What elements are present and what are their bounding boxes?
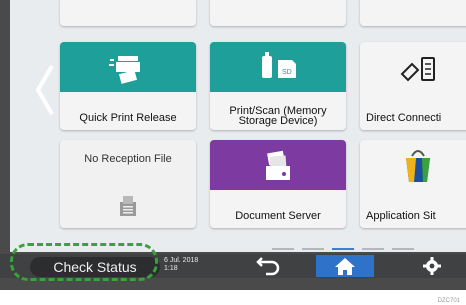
- print-scan-memory-tile[interactable]: SD Print/Scan (Memory Storage Device): [210, 42, 346, 130]
- date-text: 6 Jul. 2018: [164, 257, 199, 264]
- gear-icon: [423, 257, 441, 275]
- direct-connection-tile[interactable]: Direct Connecti: [360, 42, 466, 130]
- system-bar: Check Status 6 Jul. 2018 1:18: [0, 254, 466, 278]
- application-site-tile[interactable]: Application Sit: [360, 140, 466, 228]
- partial-tile-1[interactable]: [60, 0, 196, 26]
- tile-label: Application Sit: [366, 210, 436, 222]
- page-indicator-dash-active: [332, 248, 354, 250]
- usb-sd-icon: SD: [262, 52, 296, 78]
- tile-label: Document Server: [235, 210, 321, 222]
- tile-label: No Reception File: [84, 153, 172, 165]
- page-indicator-dash: [272, 248, 294, 250]
- no-reception-file-tile[interactable]: No Reception File: [60, 140, 196, 228]
- page-indicator-dash: [362, 248, 384, 250]
- home-button[interactable]: [316, 255, 374, 277]
- date-time: 6 Jul. 2018 1:18: [164, 257, 198, 273]
- tile-label: Direct Connecti: [366, 112, 442, 124]
- tile-label: Print/Scan (Memory Storage Device): [214, 106, 342, 127]
- home-screen: Quick Print Release SD Print/Scan (Memor…: [10, 0, 466, 252]
- figure-id: DZC701: [437, 298, 460, 304]
- back-button[interactable]: [236, 255, 296, 277]
- time-text: 1:18: [164, 265, 178, 272]
- quick-print-release-tile[interactable]: Quick Print Release: [60, 42, 196, 130]
- page-indicator-dash: [392, 248, 414, 250]
- settings-button[interactable]: [404, 255, 460, 277]
- operation-panel: Quick Print Release SD Print/Scan (Memor…: [0, 0, 466, 290]
- check-status-button[interactable]: Check Status: [30, 257, 160, 277]
- direct-connection-icon: [400, 57, 435, 82]
- scroll-left-arrow-icon[interactable]: [34, 62, 56, 118]
- document-server-icon: [266, 150, 290, 180]
- application-site-icon: [406, 150, 430, 182]
- print-release-icon: [109, 56, 140, 84]
- partial-tile-2[interactable]: [210, 0, 346, 26]
- back-arrow-icon: [256, 257, 280, 276]
- partial-tile-3[interactable]: [360, 0, 466, 26]
- fax-icon: [120, 196, 136, 216]
- home-icon: [335, 258, 355, 275]
- document-server-tile[interactable]: Document Server: [210, 140, 346, 228]
- page-indicator-dash: [302, 248, 324, 250]
- tile-label: Quick Print Release: [79, 112, 177, 124]
- tile-label-line-2: Storage Device): [238, 115, 318, 127]
- svg-text:SD: SD: [282, 69, 292, 76]
